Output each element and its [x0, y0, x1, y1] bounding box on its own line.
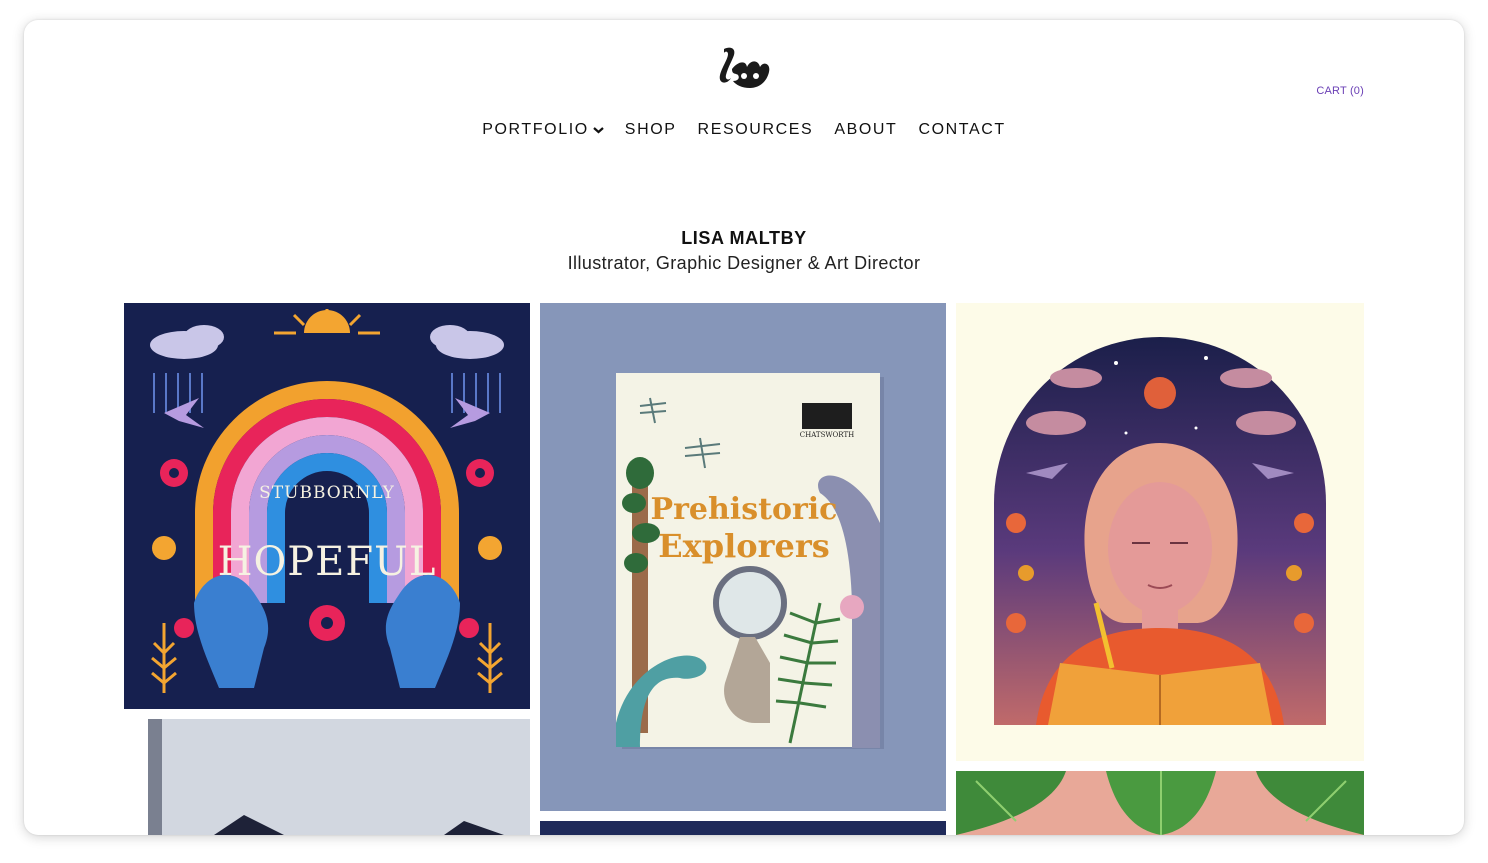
nav-item-label: PORTFOLIO [482, 121, 589, 138]
tile-lettering: Prehistoric [651, 492, 838, 527]
book-cover-illustration-icon: CHATSWORTH Prehistoric Explorers [540, 303, 946, 811]
tile-lettering: STUBBORNLY [259, 483, 395, 503]
nav-item-label: CONTACT [918, 121, 1006, 138]
gallery-tile-navy[interactable] [540, 821, 946, 835]
gallery-tile-photo[interactable] [124, 719, 530, 835]
page-subtitle: Illustrator, Graphic Designer & Art Dire… [567, 253, 921, 273]
nav-item-label: SHOP [624, 121, 677, 138]
reading-woman-illustration-icon [956, 303, 1364, 761]
nav-item-portfolio[interactable]: PORTFOLIO [482, 121, 604, 139]
gallery-tile-prehistoric-explorers[interactable]: CHATSWORTH Prehistoric Explorers [540, 303, 946, 811]
tile-lettering: HOPEFUL [218, 539, 437, 585]
logo-mark[interactable] [716, 45, 772, 93]
nav-item-label: RESOURCES [697, 121, 814, 138]
tile-lettering: Explorers [658, 527, 829, 565]
page-title: LISA MALTBY [681, 228, 807, 248]
cart-link[interactable]: CART (0) [1316, 85, 1364, 97]
photo-partial-icon [148, 719, 530, 835]
nav-item-label: ABOUT [834, 121, 898, 138]
gallery-tile-stubbornly-hopeful[interactable]: STUBBORNLY HOPEFUL [124, 303, 530, 709]
gallery-tile-reading-woman[interactable] [956, 303, 1364, 761]
navy-partial-icon [540, 821, 946, 835]
tile-lettering: CHATSWORTH [800, 431, 854, 439]
nav-item-about[interactable]: ABOUT [834, 121, 897, 139]
logo-icon [719, 47, 770, 88]
main-nav: PORTFOLIO SHOP RESOURCES ABOUT CONTACT [24, 121, 1464, 139]
browser-window: CART (0) PORTFOLIO SHOP RESOURCES ABOUT … [24, 20, 1464, 835]
rainbow-illustration-icon: STUBBORNLY HOPEFUL [124, 303, 530, 709]
cabbage-partial-icon [956, 771, 1364, 835]
nav-item-contact[interactable]: CONTACT [918, 121, 1005, 139]
nav-item-shop[interactable]: SHOP [625, 121, 677, 139]
gallery-tile-cabbage[interactable] [956, 771, 1364, 835]
nav-item-resources[interactable]: RESOURCES [698, 121, 814, 139]
chevron-down-icon [593, 127, 604, 134]
